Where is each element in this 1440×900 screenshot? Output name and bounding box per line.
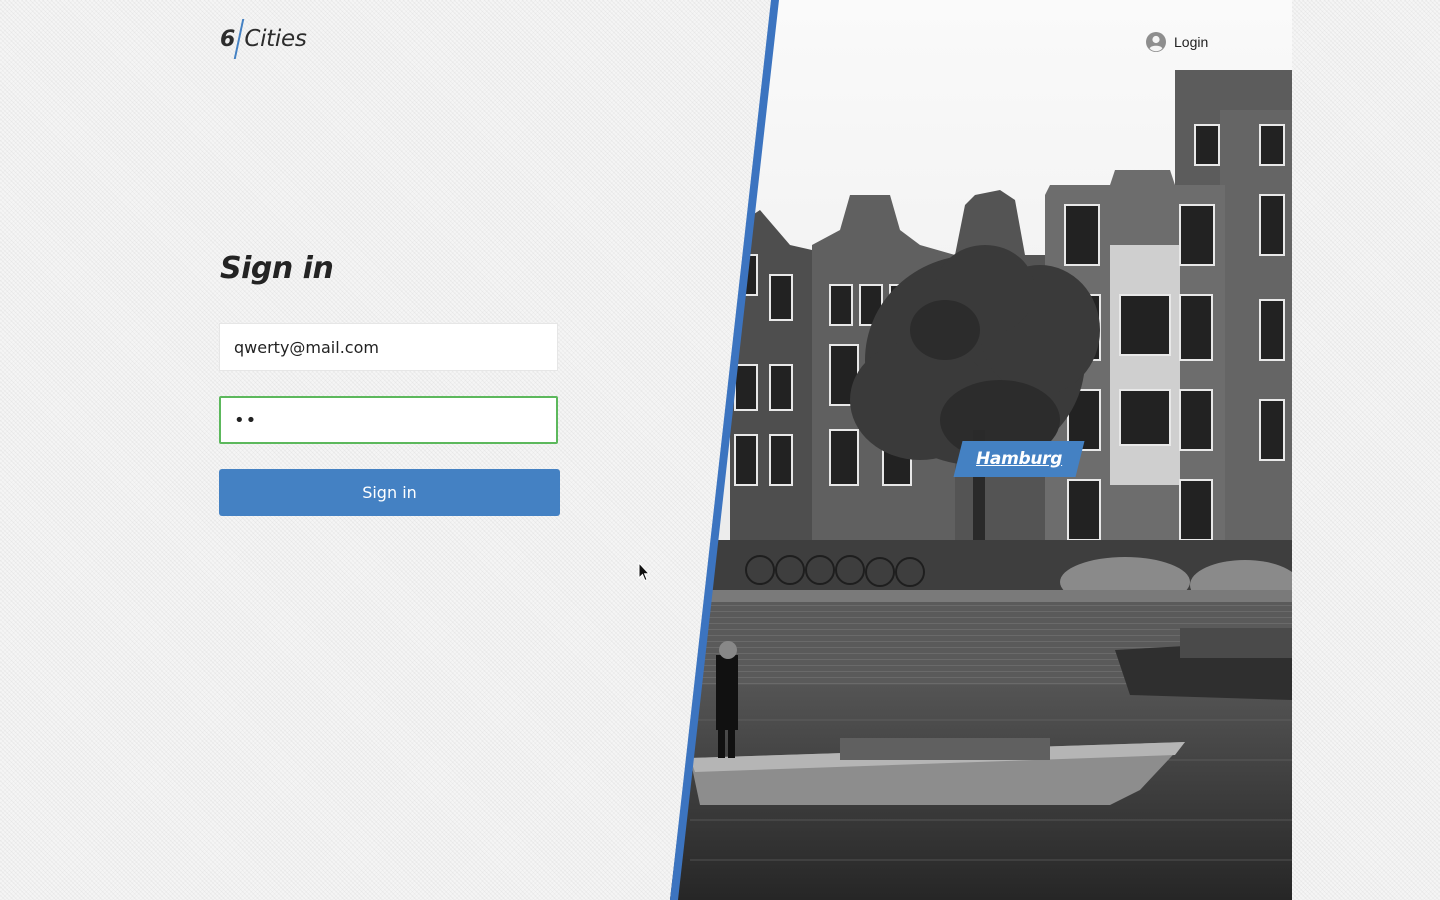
email-input[interactable]	[219, 323, 558, 371]
location-photo	[670, 0, 1292, 900]
mouse-cursor-icon	[638, 562, 650, 582]
logo-link[interactable]: 6 Cities	[220, 16, 307, 62]
password-input[interactable]	[219, 396, 558, 444]
city-label: Hamburg	[975, 449, 1063, 469]
login-label: Login	[1174, 34, 1209, 50]
sign-in-button[interactable]: Sign in	[219, 469, 560, 516]
user-avatar-icon	[1146, 32, 1166, 52]
logo-word: Cities	[244, 26, 307, 52]
page-title: Sign in	[220, 251, 334, 286]
logo-number: 6	[220, 26, 236, 52]
logo-divider	[234, 19, 245, 59]
login-link[interactable]: Login	[1145, 31, 1208, 53]
city-link[interactable]: Hamburg	[953, 441, 1085, 477]
